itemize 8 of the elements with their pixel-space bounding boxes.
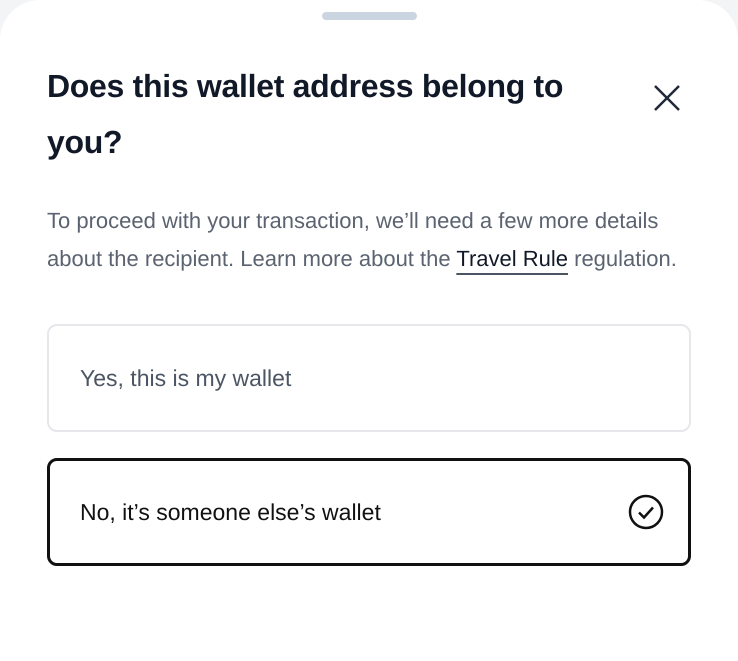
answer-option[interactable]: No, it’s someone else’s wallet	[47, 458, 691, 566]
answer-option[interactable]: Yes, this is my wallet	[47, 324, 691, 432]
close-icon	[653, 84, 681, 112]
drag-handle[interactable]	[322, 12, 416, 20]
sheet-title: Does this wallet address belong to you?	[47, 67, 564, 162]
check-circle-icon	[628, 494, 664, 530]
travel-rule-link[interactable]: Travel Rule	[456, 246, 568, 271]
description-text: To proceed with your transaction, we’ll need a few more details about the recipient. Learn more about the Travel Rule regulation.	[47, 207, 678, 273]
